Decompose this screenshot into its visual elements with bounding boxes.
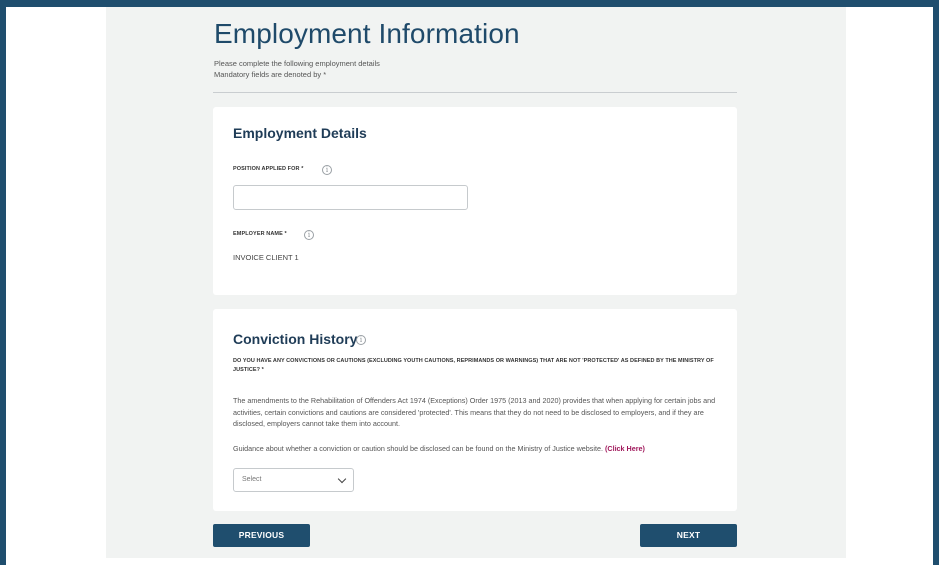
guidance-text: Guidance about whether a conviction or c… [233,444,645,453]
next-button[interactable]: NEXT [640,524,737,547]
position-applied-input[interactable] [233,185,468,210]
conviction-question: DO YOU HAVE ANY CONVICTIONS OR CAUTIONS … [233,358,714,373]
info-icon[interactable]: i [322,165,332,175]
page-title: Employment Information [214,18,520,49]
rehabilitation-paragraph: The amendments to the Rehabilitation of … [233,396,716,428]
previous-button[interactable]: PREVIOUS [213,524,310,547]
employment-details-card: Employment Details POSITION APPLIED FOR … [213,107,737,295]
employer-name-value: INVOICE CLIENT 1 [233,253,299,262]
mandatory-note: Mandatory fields are denoted by * [214,70,327,79]
chevron-down-icon [337,474,347,484]
window-frame-right [933,0,939,565]
click-here-link[interactable]: (Click Here) [605,444,645,453]
position-applied-label: POSITION APPLIED FOR * [233,166,304,172]
select-value: Select [242,476,262,483]
employment-details-title: Employment Details [233,125,367,141]
guidance-sentence: Guidance about whether a conviction or c… [233,444,603,453]
conviction-select[interactable]: Select [233,468,354,492]
conviction-history-title: Conviction History [233,331,358,347]
info-icon[interactable]: i [356,335,366,345]
page-subtitle: Please complete the following employment… [214,59,380,68]
info-icon[interactable]: i [304,230,314,240]
header-divider [213,92,737,93]
window-frame-left [0,0,6,565]
window-frame-top [0,0,939,7]
conviction-history-card: Conviction History i DO YOU HAVE ANY CON… [213,309,737,511]
employer-name-label: EMPLOYER NAME * [233,231,287,237]
